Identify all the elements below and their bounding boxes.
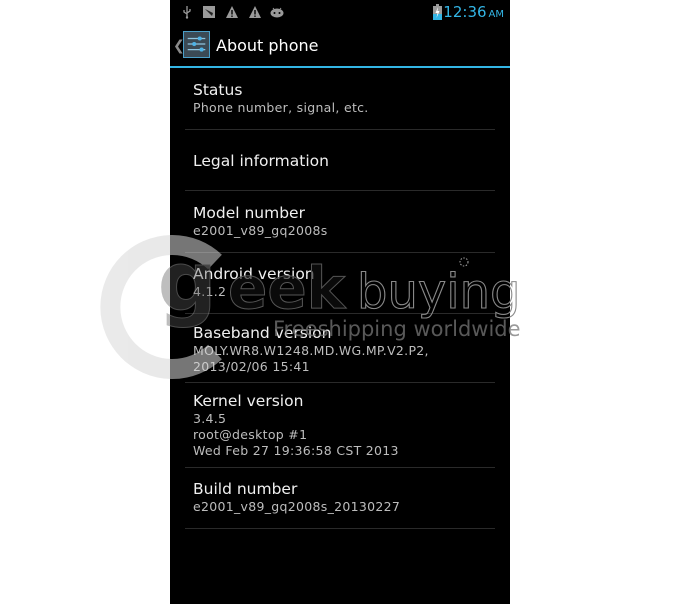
item-summary: Phone number, signal, etc. [193,100,369,115]
divider [185,252,495,253]
item-summary-line: root@desktop #1 [193,427,308,442]
clock-time: 12:36 [443,3,487,21]
divider [185,467,495,468]
divider [185,528,495,529]
action-bar-divider [170,66,510,68]
list-item-build-number[interactable]: Build number e2001_v89_gq2008s_20130227 [170,479,510,515]
action-bar[interactable]: ❮ About phone [170,25,510,68]
warning-icon [226,6,238,18]
item-summary-line: 2013/02/06 15:41 [193,359,310,374]
warning-icon [249,6,261,18]
android-icon [270,7,284,18]
item-summary: e2001_v89_gq2008s_20130227 [193,499,401,514]
clock: 12:36 AM [443,3,504,21]
list-item-android-version[interactable]: Android version 4.1.2 [170,264,510,300]
item-label: Legal information [193,152,329,170]
item-label: Android version [193,265,315,283]
item-summary-line: Wed Feb 27 19:36:58 CST 2013 [193,443,399,458]
item-summary-line: 3.4.5 [193,411,227,426]
battery-charging-icon [433,4,442,20]
list-item-status[interactable]: Status Phone number, signal, etc. [170,80,510,116]
phone-screen: 12:36 AM ❮ About phone Status Phone numbe… [170,0,510,604]
settings-icon[interactable] [183,31,210,58]
item-label: Model number [193,204,305,222]
list-item-baseband-version: Baseband version MOLY.WR8.W1248.MD.WG.MP… [170,323,510,375]
item-label: Build number [193,480,298,498]
divider [185,129,495,130]
usb-icon [183,6,191,19]
item-summary: e2001_v89_gq2008s [193,223,328,238]
page-title: About phone [216,36,319,55]
item-label: Baseband version [193,324,332,342]
list-item-legal-information[interactable]: Legal information [170,151,510,171]
status-bar: 12:36 AM [170,0,510,25]
divider [185,190,495,191]
divider [185,382,495,383]
list-item-model-number: Model number e2001_v89_gq2008s [170,203,510,239]
list-item-kernel-version: Kernel version 3.4.5 root@desktop #1 Wed… [170,391,510,459]
download-icon [203,6,215,18]
item-summary: 4.1.2 [193,284,227,299]
clock-ampm: AM [488,9,504,20]
item-summary-line: MOLY.WR8.W1248.MD.WG.MP.V2.P2, [193,343,429,358]
item-label: Status [193,81,243,99]
divider [185,313,495,314]
item-label: Kernel version [193,392,304,410]
